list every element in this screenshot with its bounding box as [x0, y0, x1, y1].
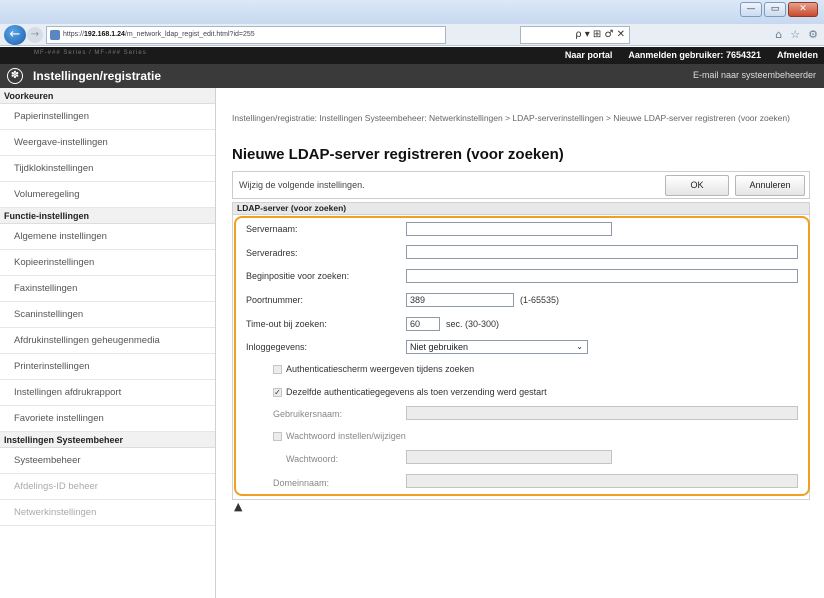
portal-link[interactable]: Naar portal — [565, 47, 613, 64]
sidebar-item-display-settings[interactable]: Weergave-instellingen — [0, 130, 215, 156]
url-path: /m_network_ldap_regist_edit.html?id=255 — [124, 31, 255, 38]
page-icon — [50, 30, 60, 40]
browser-title-bar: — ▭ ✕ — [0, 0, 824, 24]
action-bar: Wijzig de volgende instellingen. OK Annu… — [232, 171, 810, 199]
url-prefix: https:// — [63, 31, 85, 38]
app-title: Instellingen/registratie — [33, 69, 162, 83]
sidebar-item-memory-media-print[interactable]: Afdrukinstellingen geheugenmedia — [0, 328, 215, 354]
sidebar-item-printer-settings[interactable]: Printerinstellingen — [0, 354, 215, 380]
settings-logo-icon: ✽ — [7, 68, 23, 84]
sidebar-item-general-settings[interactable]: Algemene instellingen — [0, 224, 215, 250]
sidebar-section-system-management: Instellingen Systeembeheer — [0, 432, 215, 448]
main-content: Instellingen/registratie: Instellingen S… — [224, 88, 824, 598]
browser-address-bar: ← → https://192.168.1.24/m_network_ldap_… — [0, 24, 824, 46]
logout-link[interactable]: Afmelden — [777, 47, 818, 64]
sidebar-section-function-settings: Functie-instellingen — [0, 208, 215, 224]
sidebar-item-favorite-settings[interactable]: Favoriete instellingen — [0, 406, 215, 432]
sidebar-section-preferences: Voorkeuren — [0, 88, 215, 104]
admin-mail-link[interactable]: E-mail naar systeembeheerder — [693, 70, 816, 80]
sidebar: Voorkeuren Papierinstellingen Weergave-i… — [0, 88, 216, 598]
browser-toolbar-icons: ⌂ ☆ ⚙ — [775, 28, 818, 41]
highlight-frame — [234, 216, 810, 496]
sidebar-item-network-settings[interactable]: Netwerkinstellingen — [0, 500, 215, 526]
favorites-star-icon[interactable]: ☆ — [790, 28, 800, 41]
device-model: MF-### Series / MF-### Series — [34, 50, 147, 56]
section-header: LDAP-server (voor zoeken) — [232, 202, 810, 215]
breadcrumb: Instellingen/registratie: Instellingen S… — [232, 113, 790, 123]
forward-arrow-icon[interactable]: → — [27, 27, 43, 43]
login-user-info: Aanmelden gebruiker: 7654321 — [628, 47, 761, 64]
address-tools[interactable]: ρ ▾ ⊞ ♂ ✕ — [520, 26, 630, 44]
sidebar-item-paper-settings[interactable]: Papierinstellingen — [0, 104, 215, 130]
maximize-button[interactable]: ▭ — [764, 2, 786, 17]
url-input[interactable]: https://192.168.1.24/m_network_ldap_regi… — [46, 26, 446, 44]
ok-button[interactable]: OK — [665, 175, 729, 196]
top-links: Naar portal Aanmelden gebruiker: 7654321… — [565, 47, 818, 64]
gear-icon[interactable]: ⚙ — [808, 28, 818, 41]
login-label: Aanmelden gebruiker: — [628, 50, 724, 60]
sidebar-item-system-management[interactable]: Systeembeheer — [0, 448, 215, 474]
remote-ui-top-bar: MF-### Series / MF-### Series Naar porta… — [0, 47, 824, 64]
sidebar-item-scan-settings[interactable]: Scaninstellingen — [0, 302, 215, 328]
sidebar-item-copy-settings[interactable]: Kopieerinstellingen — [0, 250, 215, 276]
scroll-to-top-icon[interactable]: ▲ — [234, 500, 242, 513]
page-title: Nieuwe LDAP-server registreren (voor zoe… — [232, 146, 564, 163]
sidebar-item-fax-settings[interactable]: Faxinstellingen — [0, 276, 215, 302]
app-header: ✽ Instellingen/registratie E-mail naar s… — [0, 64, 824, 88]
sidebar-item-volume[interactable]: Volumeregeling — [0, 182, 215, 208]
back-arrow-icon[interactable]: ← — [4, 25, 26, 45]
minimize-button[interactable]: — — [740, 2, 762, 17]
home-icon[interactable]: ⌂ — [775, 28, 782, 41]
login-user-id: 7654321 — [725, 50, 761, 60]
close-window-button[interactable]: ✕ — [788, 2, 818, 17]
instruction-text: Wijzig de volgende instellingen. — [239, 180, 365, 190]
cancel-button[interactable]: Annuleren — [735, 175, 805, 196]
url-host: 192.168.1.24 — [84, 31, 125, 38]
window-controls: — ▭ ✕ — [740, 2, 818, 17]
sidebar-item-department-id[interactable]: Afdelings-ID beheer — [0, 474, 215, 500]
sidebar-item-timer-settings[interactable]: Tijdklokinstellingen — [0, 156, 215, 182]
sidebar-item-report-settings[interactable]: Instellingen afdrukrapport — [0, 380, 215, 406]
